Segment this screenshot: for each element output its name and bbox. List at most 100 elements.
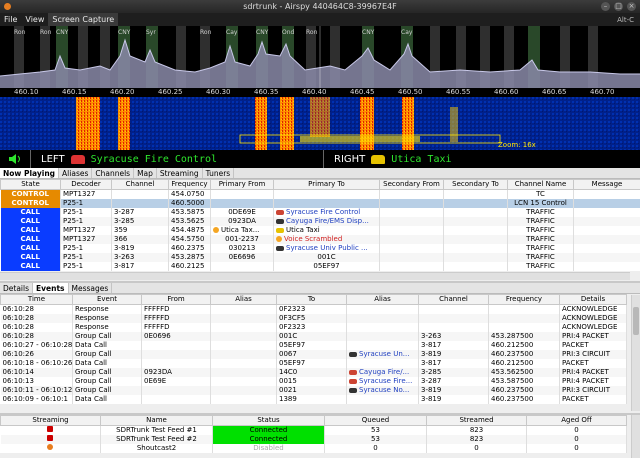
- table-row[interactable]: CALL P25-1 3-285 453.5625 0923DA Cayuga …: [0, 216, 640, 226]
- col-header[interactable]: Status: [212, 415, 325, 426]
- table-row[interactable]: CONTROL P25-1 460.5000 LCN 15 Control: [0, 198, 640, 208]
- stream-status-cell: Connected: [212, 425, 325, 435]
- table-row[interactable]: 06:10:09 - 06:10:1 Data Call 1389 3-819 460.…: [0, 394, 627, 404]
- table-row[interactable]: 06:10:26 Group Call 0067 Syracuse Un... 3-81…: [0, 349, 627, 359]
- tab-map[interactable]: Map: [134, 168, 157, 178]
- events-table: Time Event From Alias To Alias Channel F…: [0, 294, 627, 404]
- col-header[interactable]: Primary From: [210, 179, 274, 190]
- col-header[interactable]: Message: [573, 179, 640, 190]
- col-header[interactable]: Time: [0, 294, 73, 305]
- col-header[interactable]: Name: [100, 415, 213, 426]
- horizontal-scrollbar[interactable]: [0, 272, 630, 280]
- col-header[interactable]: Primary To: [273, 179, 380, 190]
- table-row[interactable]: 06:10:28 Group Call 0E0696 001C 3-263 453.287…: [0, 331, 627, 341]
- maximize-icon[interactable]: □: [614, 2, 623, 11]
- scrollbar-thumb[interactable]: [633, 307, 639, 335]
- table-row[interactable]: CALL P25-1 3-263 453.2875 0E6696 001C TR…: [0, 252, 640, 262]
- tab-aliases[interactable]: Aliases: [59, 168, 93, 178]
- axis-tick: 460.45: [350, 88, 375, 96]
- spectrum-label: Ond: [282, 29, 295, 36]
- table-row[interactable]: CALL P25-1 3-817 460.2125 05EF97 TRAFFIC: [0, 261, 640, 271]
- speaker-icon[interactable]: [8, 154, 22, 164]
- tab-now-playing[interactable]: Now Playing: [0, 168, 60, 178]
- col-header[interactable]: Queued: [324, 415, 427, 426]
- table-row[interactable]: 06:10:11 - 06:10:12 Group Call 0021 Syracus…: [0, 385, 627, 395]
- vertical-scrollbar[interactable]: [631, 415, 640, 458]
- channel-cell: [418, 322, 489, 332]
- audio-bar: LEFT Syracuse Fire Control RIGHT Utica T…: [0, 150, 640, 168]
- menu-file[interactable]: File: [0, 13, 21, 26]
- col-header[interactable]: Event: [72, 294, 142, 305]
- table-row[interactable]: 06:10:27 - 06:10:28 Data Call 05EF97 3-817 4…: [0, 340, 627, 350]
- tab-events[interactable]: Events: [33, 283, 69, 293]
- vertical-scrollbar[interactable]: [631, 295, 640, 411]
- main-tabs: Now Playing Aliases Channels Map Streami…: [0, 168, 640, 179]
- table-header: Time Event From Alias To Alias Channel F…: [0, 294, 627, 305]
- to-cell: 0F3CF5: [276, 313, 347, 323]
- col-header[interactable]: Decoder: [60, 179, 112, 190]
- primary-to-cell: Utica Taxi: [273, 225, 380, 235]
- to-alias-cell: Syracuse Fire...: [346, 376, 419, 386]
- axis-tick: 460.25: [158, 88, 183, 96]
- details-cell: ACKNOWLEDGE: [559, 313, 627, 323]
- from-alias-cell: [210, 394, 277, 404]
- col-header[interactable]: Details: [559, 294, 627, 305]
- spectrum-display[interactable]: Ron Ron Ron Ron CNY CNY CNY CNY Syr Cay …: [0, 26, 640, 88]
- tab-streaming[interactable]: Streaming: [157, 168, 203, 178]
- event-cell: Data Call: [72, 340, 142, 350]
- table-row[interactable]: 06:10:13 Group Call 0E69E 0015 Syracuse Fire…: [0, 376, 627, 386]
- spectrum-label: Cay: [401, 29, 413, 36]
- minimize-icon[interactable]: –: [601, 2, 610, 11]
- menu-view[interactable]: View: [21, 13, 48, 26]
- col-header[interactable]: Aged Off: [526, 415, 627, 426]
- to-alias-cell: Cayuga Fire/...: [346, 367, 419, 377]
- col-header[interactable]: Channel Name: [507, 179, 574, 190]
- col-header[interactable]: Channel: [418, 294, 489, 305]
- col-header[interactable]: From: [141, 294, 211, 305]
- queued-cell: 53: [324, 434, 427, 444]
- table-row[interactable]: SDRTrunk Test Feed #2 Connected 53 823 0: [0, 434, 627, 444]
- table-row[interactable]: CALL P25-1 3-287 453.5875 0DE69E Syracus…: [0, 207, 640, 217]
- col-header[interactable]: Frequency: [168, 179, 211, 190]
- axis-tick: 460.15: [62, 88, 87, 96]
- table-row[interactable]: 06:10:14 Group Call 0923DA 14C0 Cayuga Fire/…: [0, 367, 627, 377]
- table-row[interactable]: 06:10:28 Response FFFFFD 0F3CF5 ACKNOWLEDGE: [0, 313, 627, 323]
- table-row[interactable]: 06:10:18 - 06:10:26 Data Call 05EF97 3-817 4…: [0, 358, 627, 368]
- audio-left-channel: Syracuse Fire Control: [90, 153, 218, 165]
- table-row[interactable]: CONTROL MPT1327 454.0750 TC: [0, 189, 640, 199]
- col-header[interactable]: Streamed: [426, 415, 527, 426]
- table-row[interactable]: Shoutcast2 Disabled 0 0 0: [0, 443, 627, 453]
- state-cell: CONTROL: [0, 198, 61, 208]
- col-header[interactable]: Secondary From: [379, 179, 444, 190]
- table-row[interactable]: SDRTrunk Test Feed #1 Connected 53 823 0: [0, 425, 627, 435]
- state-cell: CALL: [0, 216, 61, 226]
- menu-screen-capture[interactable]: Screen Capture: [48, 13, 119, 26]
- spectrum-label: CNY: [256, 29, 269, 36]
- waterfall-display[interactable]: [0, 97, 640, 150]
- table-row[interactable]: 06:10:28 Response FFFFFD 0F2323 ACKNOWLEDGE: [0, 322, 627, 332]
- spectrum-label: Ron: [14, 29, 26, 36]
- table-row[interactable]: CALL MPT1327 366 454.5750 001-2237 Voice…: [0, 234, 640, 244]
- to-cell: 1389: [276, 394, 347, 404]
- tab-details[interactable]: Details: [0, 283, 34, 293]
- frequency-cell: 460.212500: [488, 340, 560, 350]
- tab-tuners[interactable]: Tuners: [203, 168, 235, 178]
- to-cell: 0F2323: [276, 304, 347, 314]
- col-header[interactable]: Alias: [210, 294, 277, 305]
- col-header[interactable]: To: [276, 294, 347, 305]
- table-row[interactable]: 06:10:28 Response FFFFFD 0F2323 ACKNOWLEDGE: [0, 304, 627, 314]
- table-row[interactable]: CALL P25-1 3-819 460.2375 030213 Syracus…: [0, 243, 640, 253]
- table-row[interactable]: CALL MPT1327 359 454.4875 Utica Tax... U…: [0, 225, 640, 235]
- close-icon[interactable]: ×: [627, 2, 636, 11]
- col-header[interactable]: State: [0, 179, 61, 190]
- from-alias-cell: [210, 322, 277, 332]
- queued-cell: 0: [324, 443, 427, 453]
- frequency-cell: 453.2875: [168, 252, 211, 262]
- col-header[interactable]: Alias: [346, 294, 419, 305]
- tab-channels[interactable]: Channels: [92, 168, 135, 178]
- tab-messages[interactable]: Messages: [69, 283, 113, 293]
- col-header[interactable]: Frequency: [488, 294, 560, 305]
- col-header[interactable]: Channel: [111, 179, 169, 190]
- col-header[interactable]: Secondary To: [443, 179, 508, 190]
- col-header[interactable]: Streaming: [0, 415, 101, 426]
